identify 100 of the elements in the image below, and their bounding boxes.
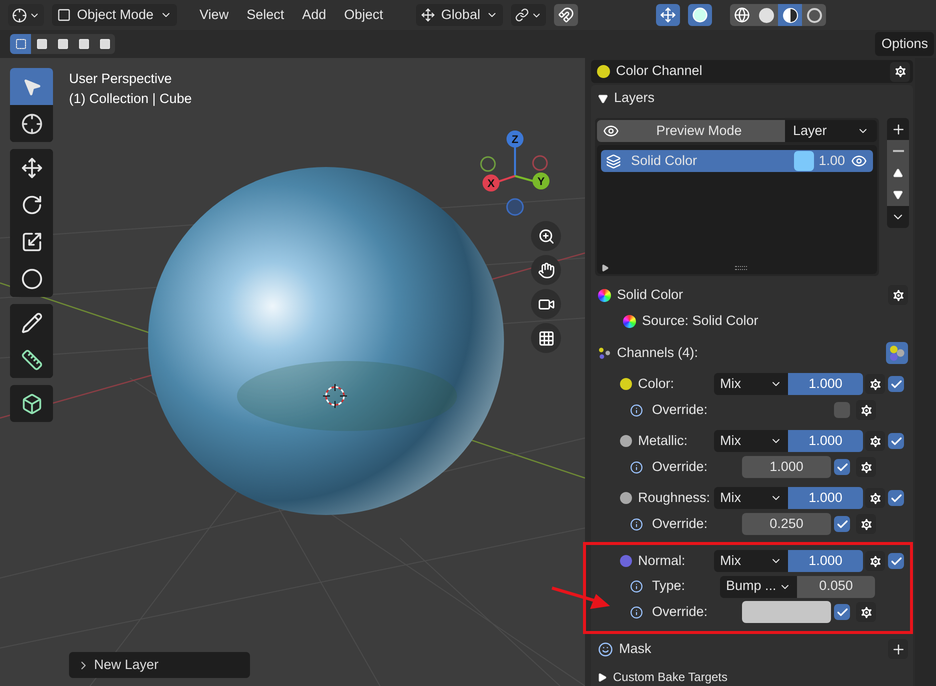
layer-type-dropdown[interactable]: Layer [785, 120, 877, 142]
checkbox[interactable] [834, 402, 850, 418]
menu-item[interactable]: Select [240, 4, 292, 26]
remove-layer-button[interactable] [887, 140, 909, 162]
shading-mode-button[interactable] [802, 4, 826, 26]
plus-icon [890, 642, 906, 656]
gizmo-icon [660, 7, 676, 23]
checkbox[interactable] [888, 376, 904, 392]
editor-type-button[interactable] [8, 4, 44, 26]
settings-icon [858, 604, 874, 620]
selection-mode-button[interactable] [31, 34, 52, 54]
settings-icon [858, 402, 874, 418]
more-menu-button[interactable] [887, 206, 909, 228]
scale-icon [20, 230, 42, 252]
blend-mode-dropdown[interactable]: Mix [714, 373, 788, 395]
checkbox[interactable] [888, 490, 904, 506]
blend-mode-dropdown[interactable]: Mix [714, 487, 788, 509]
ortho-grid-button[interactable] [531, 323, 561, 353]
info-icon [630, 580, 643, 593]
pan-button[interactable] [531, 255, 561, 285]
layer-item[interactable]: Solid Color 1.00 [601, 150, 873, 172]
blend-mode-dropdown[interactable]: Mix [714, 550, 788, 572]
settings-icon [892, 64, 908, 79]
info-icon [630, 606, 643, 618]
view-name: User Perspective [69, 70, 173, 88]
settings-button[interactable] [856, 457, 876, 477]
settings-icon [858, 460, 874, 474]
override-label: Override: [652, 400, 709, 419]
color-swatch[interactable] [794, 151, 814, 171]
mode-dropdown[interactable]: Object Mode [52, 4, 177, 26]
add-mask-button[interactable] [888, 639, 908, 659]
add-layer-button[interactable] [887, 118, 909, 140]
wireframe-icon [734, 7, 750, 23]
override-value-field[interactable]: 1.000 [742, 456, 831, 478]
settings-button[interactable] [888, 285, 908, 305]
channel-title: Color Channel [616, 62, 702, 80]
preview-mode-button[interactable]: Preview Mode [597, 120, 785, 142]
visibility-eye-icon[interactable] [851, 153, 867, 169]
bake-targets-toggle[interactable]: Custom Bake Targets [595, 668, 909, 686]
override-value-field[interactable]: 0.250 [742, 513, 831, 535]
info-icon [630, 404, 643, 416]
menu-item[interactable]: Object [337, 4, 390, 26]
settings-icon [868, 554, 882, 568]
move-down-button[interactable] [887, 184, 909, 206]
blend-mode-dropdown[interactable]: Mix [714, 430, 788, 452]
object-mode-icon [57, 8, 71, 22]
blend-value-field[interactable]: 1.000 [788, 430, 863, 452]
move-icon [20, 156, 42, 178]
checkbox[interactable] [834, 516, 850, 532]
resize-grip-icon[interactable] [735, 266, 747, 270]
grid-icon [538, 330, 554, 346]
override-label: Override: [652, 458, 709, 476]
settings-button[interactable] [856, 602, 876, 622]
header-toggle[interactable] [554, 4, 578, 26]
layers-section-toggle[interactable]: Layers [595, 85, 909, 112]
last-operator-panel[interactable]: New Layer [69, 652, 250, 678]
override-color-swatch[interactable] [742, 601, 831, 623]
viewport[interactable]: User Perspective (1) Collection | Cube Z X Y New Layer [0, 58, 585, 686]
channel-name: Normal: [638, 552, 686, 570]
select-box-icon [22, 76, 42, 96]
header-toggle[interactable] [656, 4, 680, 26]
camera-button[interactable] [531, 289, 561, 319]
settings-icon [868, 376, 882, 392]
ruler-icon [20, 348, 42, 370]
mask-title: Mask [619, 640, 652, 658]
link-icon [515, 8, 530, 22]
checkbox[interactable] [834, 459, 850, 475]
checkbox[interactable] [888, 553, 904, 569]
options-button[interactable]: Options [875, 32, 934, 56]
blend-value-field[interactable]: 1.000 [788, 373, 863, 395]
pivot-dropdown[interactable] [511, 4, 546, 26]
settings-button[interactable] [856, 514, 876, 534]
menu-item[interactable]: Add [295, 4, 334, 26]
settings-button[interactable] [856, 400, 876, 420]
settings-button[interactable] [865, 551, 885, 571]
orientation-dropdown[interactable]: Global [416, 4, 504, 26]
type-label: Type: [652, 577, 686, 596]
editor-type-icon [12, 8, 27, 22]
checkbox[interactable] [888, 433, 904, 449]
settings-button[interactable] [890, 62, 910, 82]
checkbox[interactable] [834, 604, 850, 620]
settings-button[interactable] [865, 374, 885, 394]
settings-button[interactable] [865, 431, 885, 451]
disclosure-triangle-icon [598, 672, 607, 682]
blend-value-field[interactable]: 1.000 [788, 487, 863, 509]
shading-mode-button[interactable] [778, 4, 802, 26]
zoom-button[interactable] [531, 221, 561, 251]
selection-mode-button[interactable] [94, 34, 115, 54]
menu-item[interactable]: View [192, 4, 236, 26]
channels-toggle-button[interactable] [886, 342, 908, 364]
header-toggle[interactable] [688, 4, 712, 26]
channel-name: Color: [638, 374, 676, 393]
info-icon [630, 460, 643, 474]
disclosure-triangle-icon [598, 94, 608, 104]
strength-field[interactable]: 0.050 [797, 576, 875, 598]
blend-value-field[interactable]: 1.000 [788, 550, 863, 572]
shading-mode-button[interactable] [730, 4, 754, 26]
settings-button[interactable] [865, 488, 885, 508]
selection-mode-button[interactable] [10, 34, 31, 54]
type-dropdown[interactable]: Bump ... [720, 576, 797, 598]
